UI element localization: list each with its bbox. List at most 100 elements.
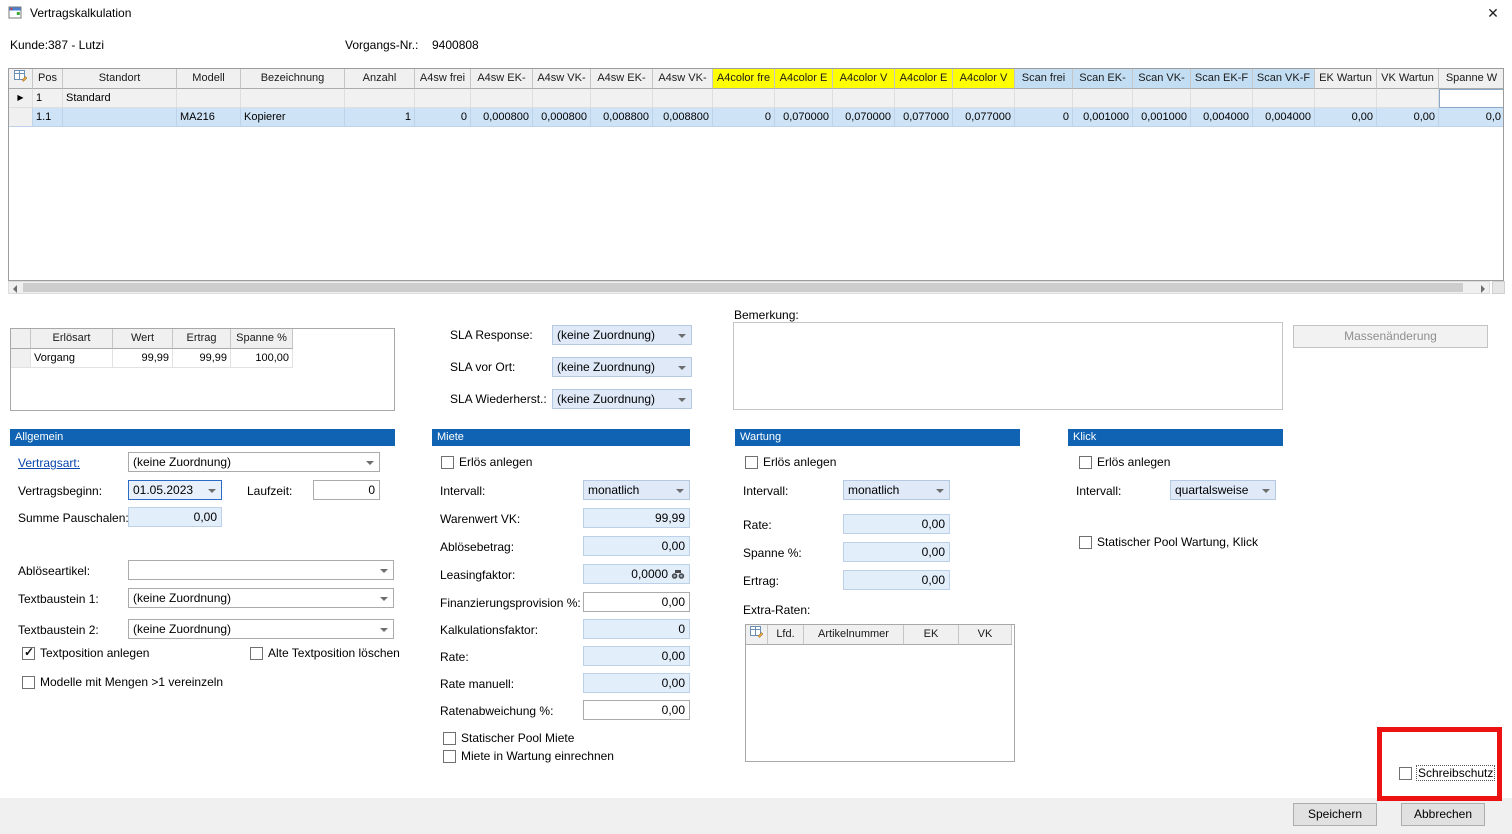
column-header[interactable]: A4color V xyxy=(833,69,895,89)
grid-row[interactable]: 1.1MA216Kopierer100,0008000,0008000,0088… xyxy=(9,108,1503,127)
grid-row[interactable]: Vorgang99,9999,99100,00 xyxy=(11,349,394,368)
positions-grid[interactable]: PosStandortModellBezeichnungAnzahlA4sw f… xyxy=(8,68,1504,281)
scroll-right-icon[interactable] xyxy=(1481,285,1485,293)
speichern-button[interactable]: Speichern xyxy=(1293,803,1377,826)
column-header[interactable]: A4color E xyxy=(775,69,833,89)
ratenabweichung-field[interactable]: 0,00 xyxy=(583,700,690,720)
schreibschutz-checkbox[interactable]: Schreibschutz xyxy=(1399,766,1494,780)
kalkulationsfaktor-label: Kalkulationsfaktor: xyxy=(440,623,538,637)
finanzierungsprovision-field[interactable]: 0,00 xyxy=(583,592,690,612)
grid-corner-cell[interactable] xyxy=(9,69,33,89)
abloesebetrag-field[interactable]: 0,00 xyxy=(583,536,690,556)
abloeseartikel-combo[interactable] xyxy=(128,560,394,580)
column-header[interactable]: Artikelnummer xyxy=(804,625,904,645)
grid-cell: 0,001000 xyxy=(1073,108,1133,127)
column-header[interactable]: Lfd. xyxy=(768,625,804,645)
statischer-pool-wartung-klick-checkbox[interactable]: Statischer Pool Wartung, Klick xyxy=(1079,535,1258,549)
column-header[interactable]: Scan VK- xyxy=(1133,69,1191,89)
column-header[interactable]: Spanne % xyxy=(231,329,293,349)
column-header[interactable]: A4sw EK- xyxy=(471,69,533,89)
chevron-down-icon xyxy=(380,628,388,632)
vertragsbeginn-datepicker[interactable]: 01.05.2023 xyxy=(128,480,222,500)
statischer-pool-miete-checkbox[interactable]: Statischer Pool Miete xyxy=(443,731,574,745)
grid-corner-cell[interactable] xyxy=(746,625,768,645)
column-header[interactable]: Scan EK- xyxy=(1073,69,1133,89)
sla-response-combo[interactable]: (keine Zuordnung) xyxy=(552,325,692,345)
sla-wiederherst-combo[interactable]: (keine Zuordnung) xyxy=(552,389,692,409)
erloes-table[interactable]: ErlösartWertErtragSpanne %Vorgang99,9999… xyxy=(11,329,394,368)
chevron-down-icon xyxy=(208,489,216,493)
miete-rate-field[interactable]: 0,00 xyxy=(583,646,690,666)
column-header[interactable]: A4sw EK- xyxy=(591,69,653,89)
column-header[interactable]: EK Wartun xyxy=(1315,69,1377,89)
miete-intervall-combo[interactable]: monatlich xyxy=(583,480,690,500)
column-header[interactable]: A4sw VK- xyxy=(653,69,713,89)
wartung-ertrag-field[interactable]: 0,00 xyxy=(843,570,950,590)
scroll-left-icon[interactable] xyxy=(13,285,17,293)
column-header[interactable]: VK xyxy=(959,625,1012,645)
column-header[interactable]: Ertrag xyxy=(173,329,231,349)
column-header[interactable]: Wert xyxy=(113,329,173,349)
column-header[interactable]: Scan frei xyxy=(1015,69,1073,89)
textposition-anlegen-checkbox[interactable]: Textposition anlegen xyxy=(22,646,149,660)
vorgang-value: 9400808 xyxy=(432,38,479,52)
vertragsart-combo[interactable]: (keine Zuordnung) xyxy=(128,452,380,472)
alte-textposition-loeschen-checkbox[interactable]: Alte Textposition löschen xyxy=(250,646,400,660)
grid-cell xyxy=(653,89,713,108)
horizontal-scrollbar[interactable] xyxy=(8,281,1490,294)
grid-row[interactable]: ▶1Standard xyxy=(9,89,1503,108)
klick-intervall-combo[interactable]: quartalsweise xyxy=(1170,480,1276,500)
kalkulationsfaktor-field[interactable]: 0 xyxy=(583,619,690,639)
wartung-spanne-field[interactable]: 0,00 xyxy=(843,542,950,562)
sla-vor-ort-combo[interactable]: (keine Zuordnung) xyxy=(552,357,692,377)
column-header[interactable]: Pos xyxy=(33,69,63,89)
rate-manuell-field[interactable]: 0,00 xyxy=(583,673,690,693)
column-header[interactable]: Scan EK-F xyxy=(1191,69,1253,89)
wartung-intervall-combo[interactable]: monatlich xyxy=(843,480,950,500)
leasingfaktor-field[interactable]: 0,0000 xyxy=(583,564,690,584)
column-header[interactable]: A4sw VK- xyxy=(533,69,591,89)
binoculars-icon[interactable] xyxy=(671,569,685,580)
chevron-down-icon xyxy=(1262,489,1270,493)
massenaenderung-button[interactable]: Massenänderung xyxy=(1293,325,1488,348)
grid-cell xyxy=(713,89,775,108)
wartung-intervall-label: Intervall: xyxy=(743,484,788,498)
column-header[interactable]: Anzahl xyxy=(345,69,415,89)
vertragsbeginn-label: Vertragsbeginn: xyxy=(18,484,102,498)
wartung-erloes-anlegen-checkbox[interactable]: Erlös anlegen xyxy=(745,455,836,469)
textbaustein1-combo[interactable]: (keine Zuordnung) xyxy=(128,588,394,608)
scrollbar-thumb[interactable] xyxy=(23,283,1463,292)
column-header[interactable]: VK Wartun xyxy=(1377,69,1439,89)
bemerkung-textarea[interactable] xyxy=(733,322,1283,410)
column-header[interactable]: Bezeichnung xyxy=(241,69,345,89)
textbaustein2-combo[interactable]: (keine Zuordnung) xyxy=(128,619,394,639)
summe-pauschalen-field[interactable]: 0,00 xyxy=(128,507,222,527)
miete-in-wartung-checkbox[interactable]: Miete in Wartung einrechnen xyxy=(443,749,614,763)
column-header[interactable]: Standort xyxy=(63,69,177,89)
column-header[interactable]: Scan VK-F xyxy=(1253,69,1315,89)
modelle-vereinzeln-checkbox[interactable]: Modelle mit Mengen >1 vereinzeln xyxy=(22,675,223,689)
close-icon[interactable]: ✕ xyxy=(1482,3,1504,23)
section-header-wartung: Wartung xyxy=(735,429,1020,446)
abbrechen-button[interactable]: Abbrechen xyxy=(1401,803,1485,826)
chevron-down-icon xyxy=(678,398,686,402)
column-header[interactable]: A4color fre xyxy=(713,69,775,89)
column-header[interactable]: A4color V xyxy=(953,69,1015,89)
wartung-rate-field[interactable]: 0,00 xyxy=(843,514,950,534)
column-header[interactable]: A4sw frei xyxy=(415,69,471,89)
column-header[interactable]: Modell xyxy=(177,69,241,89)
extra-raten-grid[interactable]: Lfd.ArtikelnummerEKVK xyxy=(745,624,1015,762)
vertragsart-link[interactable]: Vertragsart: xyxy=(18,456,80,470)
leasingfaktor-label: Leasingfaktor: xyxy=(440,568,515,582)
column-header[interactable]: Spanne W xyxy=(1439,69,1504,89)
chevron-down-icon xyxy=(678,366,686,370)
warenwert-vk-field[interactable]: 99,99 xyxy=(583,508,690,528)
column-header[interactable]: EK xyxy=(904,625,959,645)
grid-corner-cell[interactable] xyxy=(11,329,31,349)
grid-cell: 1 xyxy=(33,89,63,108)
klick-erloes-anlegen-checkbox[interactable]: Erlös anlegen xyxy=(1079,455,1170,469)
laufzeit-field[interactable]: 0 xyxy=(313,480,380,500)
column-header[interactable]: A4color E xyxy=(895,69,953,89)
miete-erloes-anlegen-checkbox[interactable]: Erlös anlegen xyxy=(441,455,532,469)
column-header[interactable]: Erlösart xyxy=(31,329,113,349)
